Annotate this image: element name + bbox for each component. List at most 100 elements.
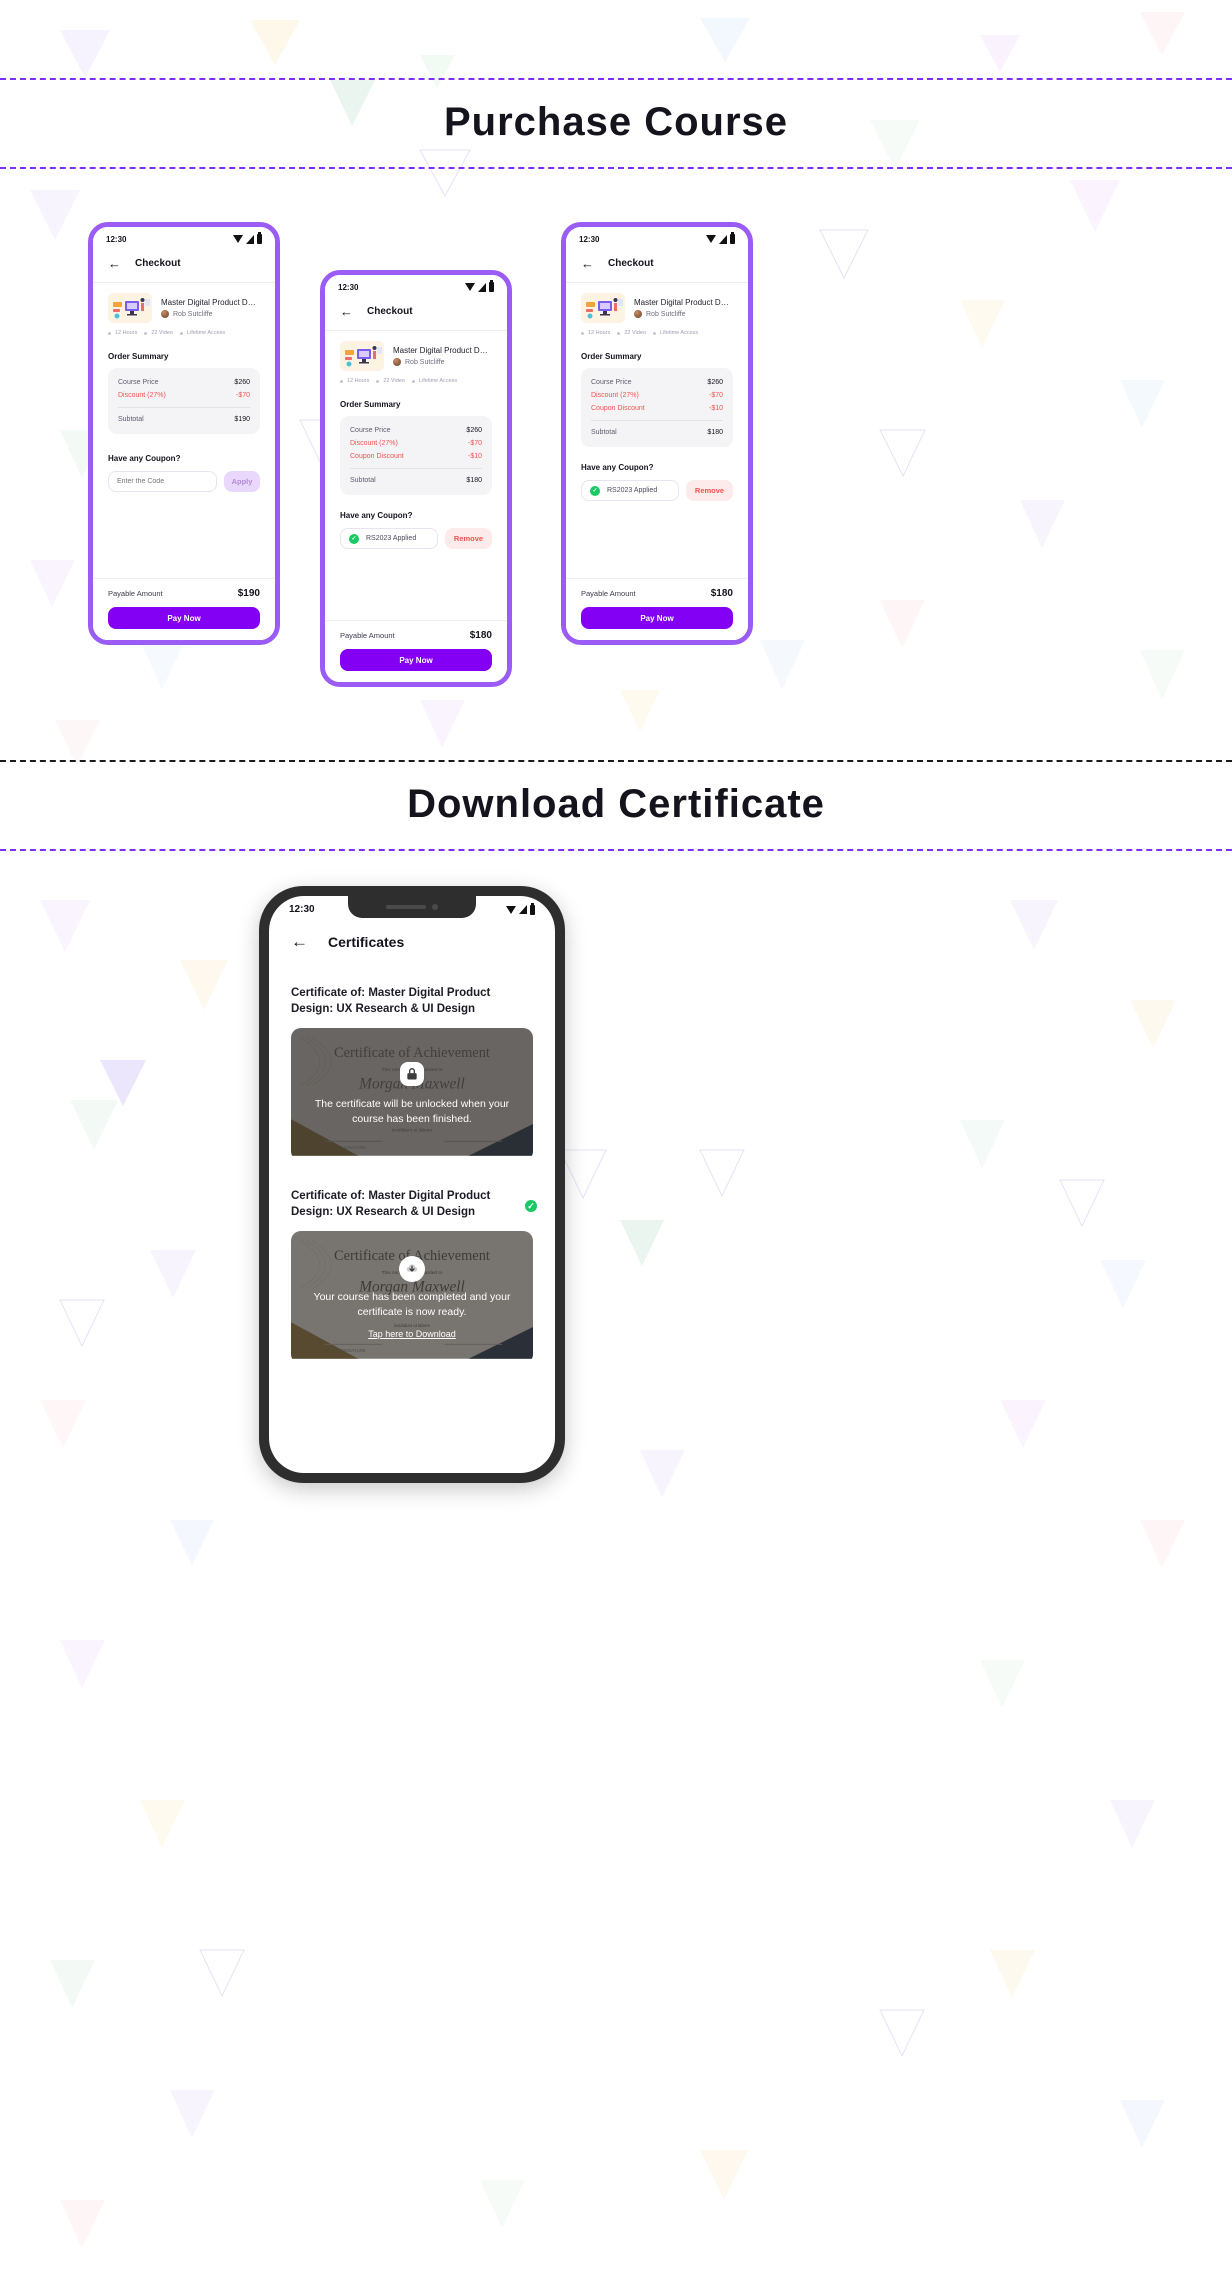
status-time: 12:30	[289, 904, 315, 915]
appbar-title: Certificates	[328, 933, 405, 950]
summary-row-value: $190	[234, 416, 250, 423]
check-circle-icon: ✓	[590, 485, 600, 496]
summary-row: Discount (27%) -$70	[350, 437, 482, 450]
remove-coupon-button[interactable]: Remove	[686, 480, 733, 501]
summary-row-label: Coupon Discount	[591, 405, 645, 412]
pay-now-button[interactable]: Pay Now	[108, 607, 260, 629]
order-summary-label: Order Summary	[108, 352, 169, 361]
certificate-completed-badge: ✓	[523, 1198, 539, 1215]
summary-row-label: Subtotal	[118, 416, 144, 423]
notch	[348, 896, 476, 918]
front-camera	[432, 904, 438, 910]
payable-amount: $190	[237, 588, 260, 599]
signal-icon	[719, 234, 727, 244]
page-title-purchase: Purchase Course	[443, 100, 789, 144]
coupon-applied-text: RS2023 Applied	[607, 487, 658, 494]
checkout-bottom-bar: Payable Amount $180 Pay Now	[325, 620, 507, 682]
appbar-title: Checkout	[367, 306, 413, 317]
course-title: Master Digital Product Design:...	[161, 298, 260, 307]
order-summary-card: Course Price $260 Discount (27%) -$70 Co…	[581, 368, 733, 447]
order-summary-label: Order Summary	[581, 352, 642, 361]
course-chips: 12 Hours 22 Video Lifetime Access	[566, 323, 748, 336]
summary-row: Coupon Discount -$10	[350, 450, 482, 463]
back-arrow-icon[interactable]: ←	[291, 933, 308, 950]
summary-row-value: $180	[707, 429, 723, 436]
summary-row-value: $260	[707, 379, 723, 386]
summary-row: Course Price $260	[118, 376, 250, 389]
battery-icon	[730, 232, 735, 244]
back-arrow-icon[interactable]: ←	[340, 305, 353, 318]
status-time: 12:30	[338, 282, 359, 292]
summary-row-label: Course Price	[591, 379, 632, 386]
avatar	[393, 358, 401, 366]
payable-label: Payable Amount	[340, 631, 395, 640]
certificate-locked-message: The certificate will be unlocked when yo…	[314, 1097, 510, 1126]
status-bar: 12:30	[93, 227, 275, 247]
author-name: Rob Sutcliffe	[646, 310, 686, 318]
summary-row-value: $180	[466, 477, 482, 484]
course-thumbnail	[581, 293, 625, 323]
chip-access-label: Lifetime Access	[186, 330, 226, 336]
wifi-icon	[506, 905, 516, 914]
payable-amount: $180	[469, 630, 492, 641]
summary-row: Course Price $260	[591, 376, 723, 389]
payable-amount: $180	[710, 588, 733, 599]
author-row: Rob Sutcliffe	[634, 310, 733, 318]
pay-now-button[interactable]: Pay Now	[340, 649, 492, 671]
apply-coupon-button[interactable]: Apply	[224, 471, 260, 492]
chip-videos: 22 Video	[617, 330, 646, 336]
course-meta: Master Digital Product Design:... Rob Su…	[393, 346, 492, 366]
avatar	[634, 310, 642, 318]
status-bar: 12:30	[566, 227, 748, 247]
payable-label: Payable Amount	[108, 589, 163, 598]
coupon-label: Have any Coupon?	[340, 511, 413, 520]
certificate-card-locked[interactable]: Certificate of Achievement This certific…	[291, 1028, 533, 1161]
course-chips: 12 Hours 22 Video Lifetime Access	[325, 371, 507, 384]
coupon-input[interactable]	[108, 471, 217, 492]
chip-duration-label: 12 Hours	[588, 330, 611, 336]
coupon-label: Have any Coupon?	[581, 463, 654, 472]
summary-row-value: -$10	[467, 453, 482, 460]
chip-duration: 12 Hours	[581, 330, 610, 336]
download-cloud-icon[interactable]	[399, 1255, 425, 1282]
course-title: Master Digital Product Design:...	[634, 298, 733, 307]
chip-videos-label: 22 Video	[383, 378, 405, 384]
phone-checkout-coupon-applied-alt: 12:30 ← Checkout Master Digital Product …	[561, 222, 753, 645]
check-circle-icon: ✓	[349, 533, 359, 544]
signal-icon	[519, 905, 527, 914]
summary-row: Coupon Discount -$10	[591, 402, 723, 415]
certificate-card-ready[interactable]: Certificate of Achievement This certific…	[291, 1231, 533, 1364]
course-meta: Master Digital Product Design:... Rob Su…	[634, 298, 733, 318]
battery-icon	[257, 232, 262, 244]
wifi-icon	[465, 283, 475, 291]
certificate-heading: Certificate of: Master Digital Product D…	[291, 1190, 491, 1218]
status-time: 12:30	[106, 234, 127, 244]
section-download-certificate: Download Certificate	[0, 760, 1232, 851]
speaker-grille	[386, 905, 426, 909]
chip-duration: 12 Hours	[340, 378, 369, 384]
chip-access: Lifetime Access	[652, 330, 698, 336]
summary-row-value: -$70	[235, 392, 250, 399]
chip-access: Lifetime Access	[411, 378, 457, 384]
course-title: Master Digital Product Design:...	[393, 346, 492, 355]
back-arrow-icon[interactable]: ←	[108, 257, 121, 270]
tap-to-download-link[interactable]: Tap here to Download	[368, 1329, 456, 1339]
pay-now-button[interactable]: Pay Now	[581, 607, 733, 629]
chip-videos-label: 22 Video	[151, 330, 173, 336]
course-thumbnail	[340, 341, 384, 371]
divider-bottom-certificate	[0, 849, 1232, 851]
payable-row: Payable Amount $180	[581, 588, 733, 599]
remove-coupon-button[interactable]: Remove	[445, 528, 492, 549]
summary-row-label: Discount (27%)	[118, 392, 166, 399]
coupon-label: Have any Coupon?	[108, 454, 181, 463]
course-meta: Master Digital Product Design:... Rob Su…	[161, 298, 260, 318]
coupon-applied-field[interactable]: ✓ RS2023 Applied	[581, 480, 679, 501]
coupon-applied-field[interactable]: ✓ RS2023 Applied	[340, 528, 438, 549]
author-row: Rob Sutcliffe	[161, 310, 260, 318]
chip-videos: 22 Video	[144, 330, 173, 336]
phone-checkout-coupon-applied: 12:30 ← Checkout Master Digital Product …	[320, 270, 512, 687]
back-arrow-icon[interactable]: ←	[581, 257, 594, 270]
signal-icon	[478, 282, 486, 292]
author-name: Rob Sutcliffe	[173, 310, 213, 318]
chip-duration: 12 Hours	[108, 330, 137, 336]
